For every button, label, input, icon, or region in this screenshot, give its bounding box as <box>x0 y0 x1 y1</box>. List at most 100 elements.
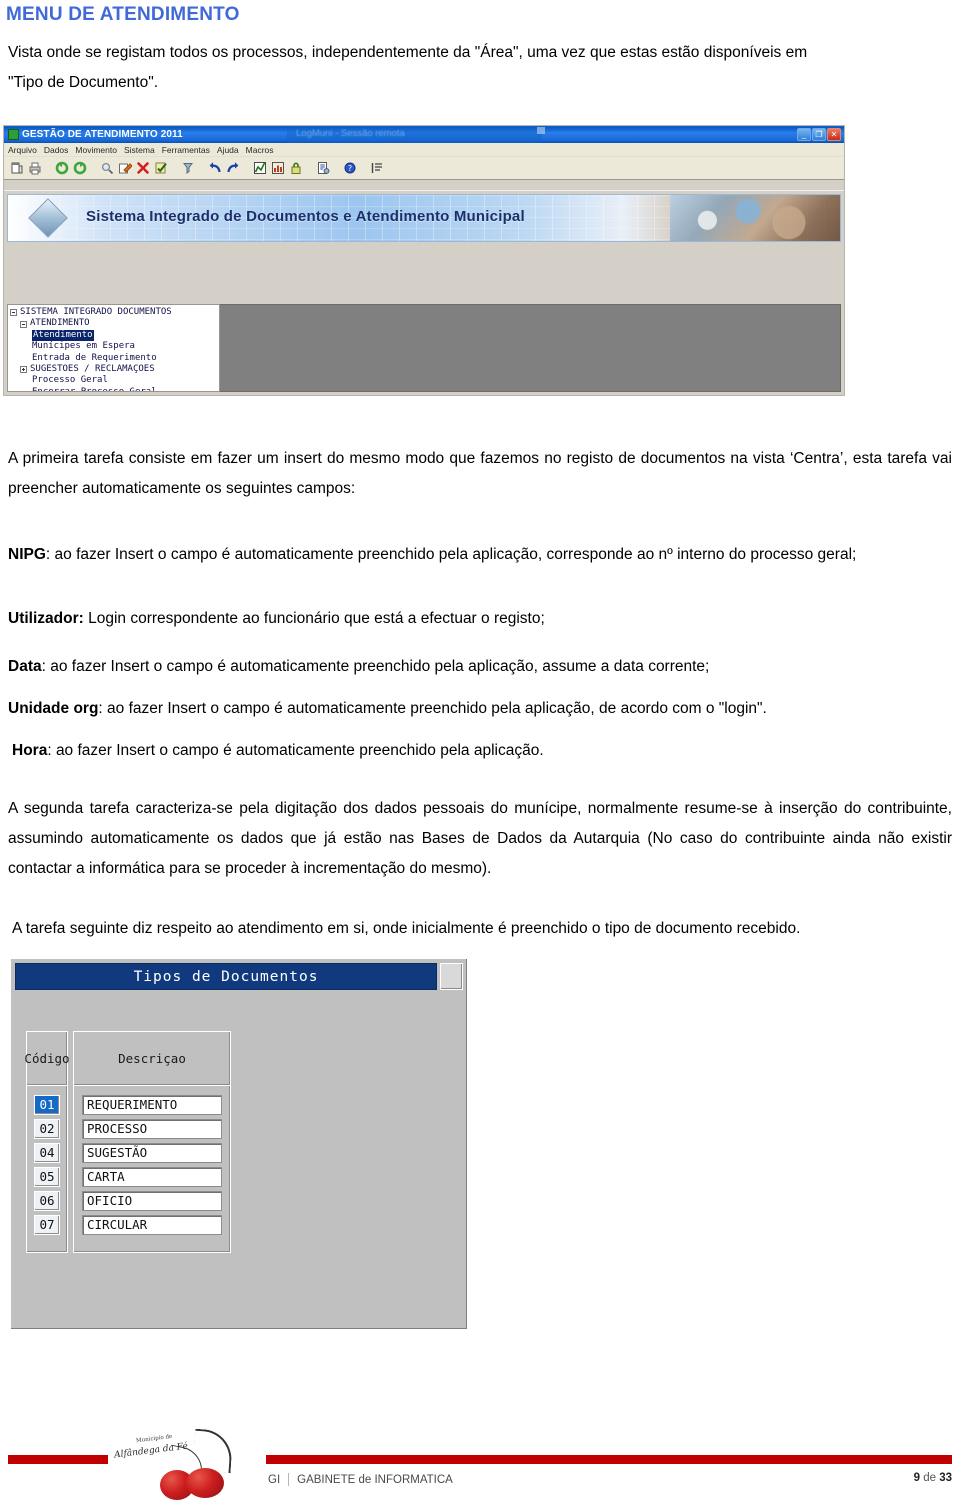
window-controls: _ ❐ ✕ <box>797 128 841 141</box>
session-title: LogMuni - Sessão remota <box>296 128 405 139</box>
restore-button[interactable]: ❐ <box>812 128 826 141</box>
tree-item-municipes-em-espera[interactable]: Munícipes em Espera <box>10 341 219 352</box>
tree-item-sistema-integrado-documentos[interactable]: SISTEMA INTEGRADO DOCUMENTOS <box>10 307 219 318</box>
column-header-descricao: Descriçao <box>74 1032 230 1086</box>
paragraph-utilizador: Utilizador: Login correspondente ao func… <box>8 604 952 634</box>
chart-bar-icon[interactable] <box>271 161 285 175</box>
tree-item-label: SUGESTOES / RECLAMAÇOES <box>30 364 155 375</box>
confirm-icon[interactable] <box>154 161 168 175</box>
dialog-table: Código 01 02 04 05 06 07 Descriçao REQUE… <box>24 1031 231 1253</box>
banner-photo <box>670 195 840 241</box>
footer-page-number: 9 de 33 <box>914 1472 952 1484</box>
codigo-cell[interactable]: 05 <box>34 1167 60 1187</box>
close-icon: ✕ <box>830 130 838 139</box>
footer-unit-info: GI GABINETE de INFORMATICA <box>268 1473 453 1486</box>
codigo-cell[interactable]: 04 <box>34 1143 60 1163</box>
list-view-icon[interactable] <box>370 161 384 175</box>
descricao-cell[interactable]: REQUERIMENTO <box>82 1095 222 1115</box>
tree-item-atendimento-group[interactable]: ATENDIMENTO <box>10 318 219 329</box>
paragraph-unidade-org: Unidade org: ao fazer Insert o campo é a… <box>8 694 952 724</box>
navigation-tree[interactable]: SISTEMA INTEGRADO DOCUMENTOS ATENDIMENTO… <box>7 304 220 392</box>
delete-record-icon[interactable] <box>136 161 150 175</box>
chart-line-icon[interactable] <box>253 161 267 175</box>
paragraph-segunda-tarefa: A segunda tarefa caracteriza-se pela dig… <box>8 800 952 877</box>
menu-item-arquivo[interactable]: Arquivo <box>8 145 37 155</box>
tree-item-atendimento[interactable]: Atendimento <box>10 329 219 342</box>
app-toolbar: ? <box>4 157 844 179</box>
toolbar-gap <box>4 179 844 191</box>
toolbar-separator <box>307 161 312 175</box>
search-icon[interactable] <box>100 161 114 175</box>
intro-line-1: Vista onde se registam todos os processo… <box>8 44 808 61</box>
menu-item-movimento[interactable]: Movimento <box>75 145 117 155</box>
tree-item-entrada-de-requerimento[interactable]: Entrada de Requerimento <box>10 353 219 364</box>
page-total: 33 <box>939 1472 952 1484</box>
codigo-cell[interactable]: 07 <box>34 1215 60 1235</box>
refresh-forward-icon[interactable] <box>73 161 87 175</box>
menu-item-ajuda[interactable]: Ajuda <box>217 145 239 155</box>
edit-record-icon[interactable] <box>118 161 132 175</box>
codigo-cell[interactable]: 06 <box>34 1191 60 1211</box>
close-button[interactable]: ✕ <box>827 128 841 141</box>
app-screenshot: GESTÃO DE ATENDIMENTO 2011 LogMuni - Ses… <box>3 125 845 396</box>
toolbar-separator <box>172 161 177 175</box>
banner-title: Sistema Integrado de Documentos e Atendi… <box>86 208 525 225</box>
app-title: GESTÃO DE ATENDIMENTO 2011 <box>22 129 183 140</box>
footer-unit-name: GABINETE de INFORMATICA <box>297 1473 453 1486</box>
menu-item-dados[interactable]: Dados <box>44 145 69 155</box>
help-icon[interactable]: ? <box>343 161 357 175</box>
dialog-system-button[interactable] <box>440 963 463 990</box>
cherry-icon <box>186 1468 224 1498</box>
tree-item-label: Encerrar Processo Geral <box>32 386 157 392</box>
intro-paragraph: Vista onde se registam todos os processo… <box>8 38 952 98</box>
toolbar-separator <box>334 161 339 175</box>
footer-divider <box>288 1473 290 1486</box>
descricao-cell[interactable]: SUGESTÃO <box>82 1143 222 1163</box>
label-data: Data <box>8 658 42 675</box>
text-hora: : ao fazer Insert o campo é automaticame… <box>47 742 544 759</box>
paragraph-primeira-tarefa: A primeira tarefa consiste em fazer um i… <box>8 450 952 497</box>
codigo-cells: 01 02 04 05 06 07 <box>27 1086 67 1252</box>
print-icon[interactable] <box>28 161 42 175</box>
expand-toggle-icon[interactable] <box>20 320 27 328</box>
document-page: MENU DE ATENDIMENTO Vista onde se regist… <box>0 0 960 1511</box>
descricao-cell[interactable]: CIRCULAR <box>82 1215 222 1235</box>
toolbar-separator <box>91 161 96 175</box>
tipos-de-documentos-dialog: Tipos de Documentos Código 01 02 04 05 0… <box>10 958 468 1330</box>
redo-icon[interactable] <box>226 161 240 175</box>
app-menubar: Arquivo Dados Movimento Sistema Ferramen… <box>4 143 844 157</box>
dialog-titlebar: Tipos de Documentos <box>15 963 463 990</box>
descricao-cell[interactable]: CARTA <box>82 1167 222 1187</box>
page-separator: de <box>920 1472 940 1484</box>
new-record-icon[interactable] <box>10 161 24 175</box>
page-title: MENU DE ATENDIMENTO <box>6 4 240 25</box>
minimize-button[interactable]: _ <box>797 128 811 141</box>
session-title-cap <box>537 127 545 134</box>
menu-item-sistema[interactable]: Sistema <box>124 145 155 155</box>
tree-item-processo-geral[interactable]: Processo Geral <box>10 375 219 386</box>
tree-item-encerrar-processo-geral[interactable]: Encerrar Processo Geral <box>10 386 219 392</box>
menu-item-ferramentas[interactable]: Ferramentas <box>162 145 210 155</box>
undo-icon[interactable] <box>208 161 222 175</box>
minimize-icon: _ <box>801 130 807 139</box>
tree-item-label: Entrada de Requerimento <box>32 352 157 363</box>
app-content-area <box>220 304 841 392</box>
document-properties-icon[interactable] <box>316 161 330 175</box>
logo-subtitle: Município de <box>135 1433 173 1445</box>
expand-toggle-icon[interactable] <box>20 366 27 374</box>
text-utilizador: Login correspondente ao funcionário que … <box>83 610 545 627</box>
descricao-cell[interactable]: PROCESSO <box>82 1119 222 1139</box>
label-unidade-org: Unidade org <box>8 700 99 717</box>
app-titlebar: GESTÃO DE ATENDIMENTO 2011 LogMuni - Ses… <box>4 126 844 143</box>
expand-toggle-icon[interactable] <box>10 309 17 317</box>
lock-icon[interactable] <box>289 161 303 175</box>
refresh-back-icon[interactable] <box>55 161 69 175</box>
codigo-cell[interactable]: 02 <box>34 1119 60 1139</box>
codigo-cell[interactable]: 01 <box>34 1095 60 1115</box>
filter-icon[interactable] <box>181 161 195 175</box>
menu-item-macros[interactable]: Macros <box>246 145 274 155</box>
tree-item-sugestoes-reclamacoes[interactable]: SUGESTOES / RECLAMAÇOES <box>10 364 219 375</box>
column-descricao: Descriçao REQUERIMENTO PROCESSO SUGESTÃO… <box>73 1031 231 1253</box>
descricao-cell[interactable]: OFICIO <box>82 1191 222 1211</box>
column-header-codigo: Código <box>24 1032 70 1086</box>
